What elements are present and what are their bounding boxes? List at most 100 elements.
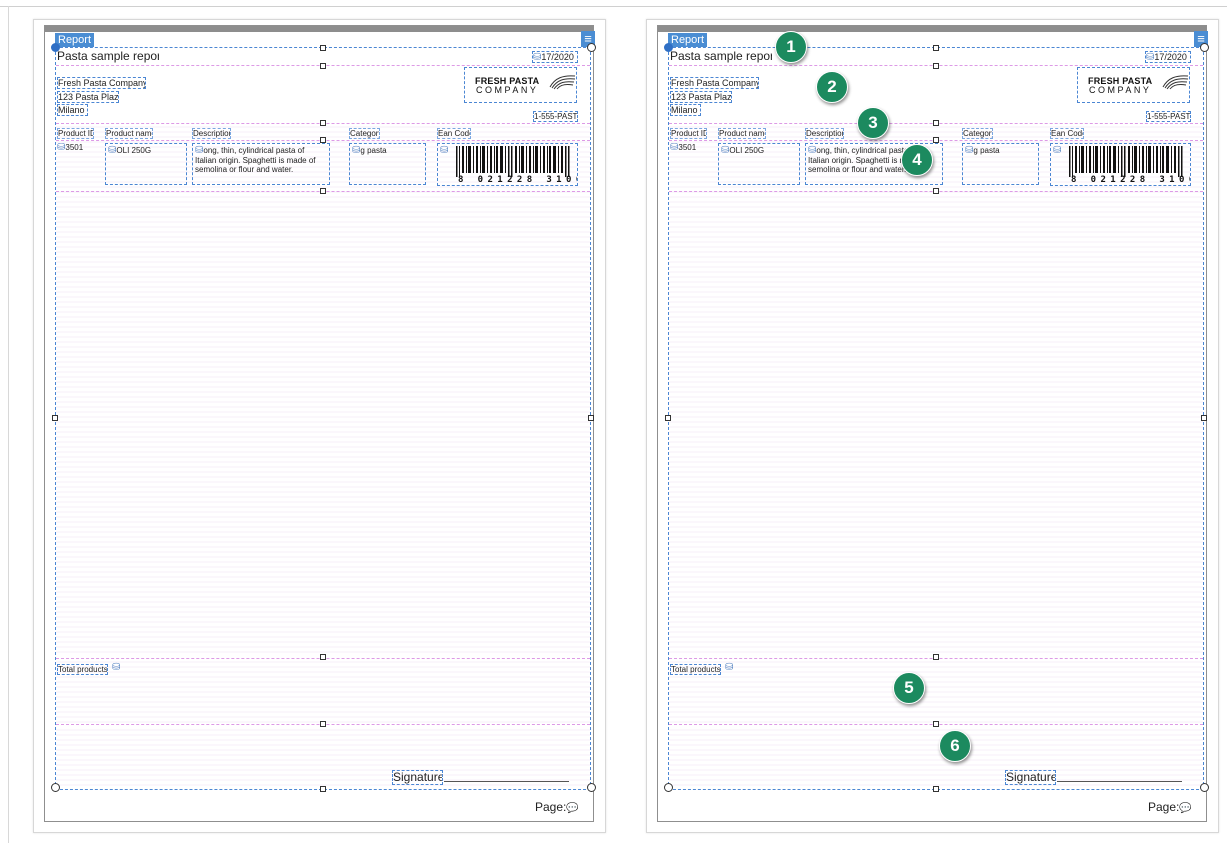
header-product-name[interactable]: Product name bbox=[105, 128, 153, 139]
barcode-image bbox=[1069, 146, 1183, 177]
comment-icon: 💬 bbox=[566, 803, 579, 814]
page-top-bar bbox=[658, 26, 1206, 32]
band-resize-handle[interactable] bbox=[933, 654, 939, 660]
header-product-id[interactable]: Product ID bbox=[57, 128, 94, 139]
band-resize-handle[interactable] bbox=[933, 188, 939, 194]
band-resize-handle[interactable] bbox=[933, 120, 939, 126]
band-resize-handle[interactable] bbox=[933, 63, 939, 69]
category-field[interactable]: ⛁g pasta bbox=[962, 143, 1039, 185]
header-ean[interactable]: Ean Code: bbox=[1050, 128, 1084, 139]
page-label: Page: bbox=[1148, 801, 1180, 814]
band-resize-handle[interactable] bbox=[320, 45, 326, 51]
report-title[interactable]: Pasta sample report bbox=[670, 50, 772, 63]
report-design-area[interactable]: Pasta sample report ⛁17/2020 Fresh Pasta… bbox=[664, 43, 1209, 792]
resize-corner-bottom-left[interactable] bbox=[664, 783, 673, 792]
resize-handle-right[interactable] bbox=[1201, 415, 1207, 421]
header-ean[interactable]: Ean Code: bbox=[437, 128, 471, 139]
category-value: g pasta bbox=[360, 146, 387, 155]
company-logo[interactable]: FRESH PASTA COMPANY bbox=[464, 67, 577, 103]
band-resize-handle[interactable] bbox=[933, 45, 939, 51]
top-divider bbox=[0, 6, 1227, 7]
band-resize-handle[interactable] bbox=[320, 654, 326, 660]
band-resize-handle[interactable] bbox=[320, 63, 326, 69]
product-name-field[interactable]: ⛁OLI 250G bbox=[718, 143, 800, 185]
band-resize-handle[interactable] bbox=[933, 786, 939, 792]
callout-badge-3: 3 bbox=[857, 107, 889, 139]
resize-corner-bottom-right[interactable] bbox=[587, 783, 596, 792]
page-label: Page: bbox=[535, 801, 567, 814]
ean-barcode-field[interactable]: ⛁ 8 021228 310 bbox=[1050, 143, 1191, 186]
database-field-icon: ⛁ bbox=[725, 662, 734, 673]
city-field[interactable]: Milano bbox=[57, 104, 88, 116]
left-divider bbox=[8, 6, 9, 843]
band-resize-handle[interactable] bbox=[320, 188, 326, 194]
header-product-name[interactable]: Product name bbox=[718, 128, 766, 139]
signature-label[interactable]: Signature: bbox=[392, 770, 443, 785]
header-category[interactable]: Category bbox=[962, 128, 993, 139]
barcode-digits: 8 021228 310001 bbox=[458, 175, 577, 185]
total-products-label[interactable]: Total products bbox=[57, 664, 108, 675]
report-preview-panel-right: Report ≡ Pasta sample report ⛁17/2020 Fr… bbox=[646, 19, 1219, 833]
database-field-icon: ⛁ bbox=[440, 145, 449, 156]
report-page: Report ≡ Pasta sample report ⛁17/2020 Fr… bbox=[44, 25, 596, 822]
resize-corner-top-right[interactable] bbox=[1200, 43, 1209, 52]
callout-badge-5: 5 bbox=[893, 672, 925, 704]
category-value: g pasta bbox=[973, 146, 1000, 155]
footer-band bbox=[56, 726, 590, 788]
phone-field[interactable]: 1-555-PASTA bbox=[533, 111, 578, 122]
header-category[interactable]: Category bbox=[349, 128, 380, 139]
resize-handle-right[interactable] bbox=[588, 415, 594, 421]
report-tab[interactable]: Report bbox=[55, 33, 95, 47]
phone-field[interactable]: 1-555-PASTA bbox=[1146, 111, 1191, 122]
logo-text-bottom: COMPANY bbox=[1089, 85, 1152, 95]
product-name-value: OLI 250G bbox=[116, 146, 152, 155]
date-field[interactable]: ⛁17/2020 bbox=[532, 51, 578, 63]
company-logo[interactable]: FRESH PASTA COMPANY bbox=[1077, 67, 1190, 103]
resize-corner-bottom-left[interactable] bbox=[51, 783, 60, 792]
detail-band bbox=[56, 123, 590, 655]
address-field[interactable]: 123 Pasta Plaza bbox=[57, 91, 119, 103]
report-design-area[interactable]: Pasta sample report ⛁17/2020 Fresh Pasta… bbox=[51, 43, 596, 792]
signature-label[interactable]: Signature: bbox=[1005, 770, 1056, 785]
signature-line bbox=[444, 781, 569, 782]
page-number-field[interactable]: Page:💬 bbox=[1148, 801, 1198, 816]
company-name-field[interactable]: Fresh Pasta Company bbox=[670, 77, 759, 89]
logo-text-bottom: COMPANY bbox=[476, 85, 539, 95]
report-preview-panel-left: Report ≡ Pasta sample report ⛁17/2020 Fr… bbox=[33, 19, 606, 833]
product-id-field[interactable]: ⛁3501 bbox=[670, 143, 702, 154]
detail-band bbox=[669, 123, 1203, 655]
band-resize-handle[interactable] bbox=[320, 120, 326, 126]
ean-barcode-field[interactable]: ⛁ 8 021228 310 bbox=[437, 143, 578, 186]
header-description[interactable]: Description bbox=[192, 128, 231, 139]
callout-badge-1: 1 bbox=[775, 31, 807, 63]
callout-badge-4: 4 bbox=[901, 144, 933, 176]
band-resize-handle[interactable] bbox=[933, 721, 939, 727]
header-description[interactable]: Description bbox=[805, 128, 844, 139]
date-value: 17/2020 bbox=[541, 52, 574, 62]
band-resize-handle[interactable] bbox=[320, 721, 326, 727]
city-field[interactable]: Milano bbox=[670, 104, 701, 116]
description-field[interactable]: ⛁ong, thin, cylindrical pasta of Italian… bbox=[192, 143, 330, 185]
summary-band bbox=[669, 658, 1203, 723]
band-resize-handle[interactable] bbox=[320, 786, 326, 792]
callout-badge-2: 2 bbox=[816, 71, 848, 103]
category-field[interactable]: ⛁g pasta bbox=[349, 143, 426, 185]
database-field-icon: ⛁ bbox=[1053, 145, 1062, 156]
page-number-field[interactable]: Page:💬 bbox=[535, 801, 585, 816]
report-title[interactable]: Pasta sample report bbox=[57, 50, 159, 63]
company-name-field[interactable]: Fresh Pasta Company bbox=[57, 77, 146, 89]
product-id-value: 3501 bbox=[65, 143, 84, 152]
address-field[interactable]: 123 Pasta Plaza bbox=[670, 91, 732, 103]
resize-corner-top-right[interactable] bbox=[587, 43, 596, 52]
resize-corner-bottom-right[interactable] bbox=[1200, 783, 1209, 792]
resize-handle-left[interactable] bbox=[52, 415, 58, 421]
date-value: 17/2020 bbox=[1154, 52, 1187, 62]
database-field-icon: ⛁ bbox=[112, 662, 121, 673]
date-field[interactable]: ⛁17/2020 bbox=[1145, 51, 1191, 63]
resize-handle-left[interactable] bbox=[665, 415, 671, 421]
total-products-label[interactable]: Total products bbox=[670, 664, 721, 675]
header-product-id[interactable]: Product ID bbox=[670, 128, 707, 139]
product-name-field[interactable]: ⛁OLI 250G bbox=[105, 143, 187, 185]
report-tab[interactable]: Report bbox=[668, 33, 708, 47]
product-id-field[interactable]: ⛁3501 bbox=[57, 143, 89, 154]
